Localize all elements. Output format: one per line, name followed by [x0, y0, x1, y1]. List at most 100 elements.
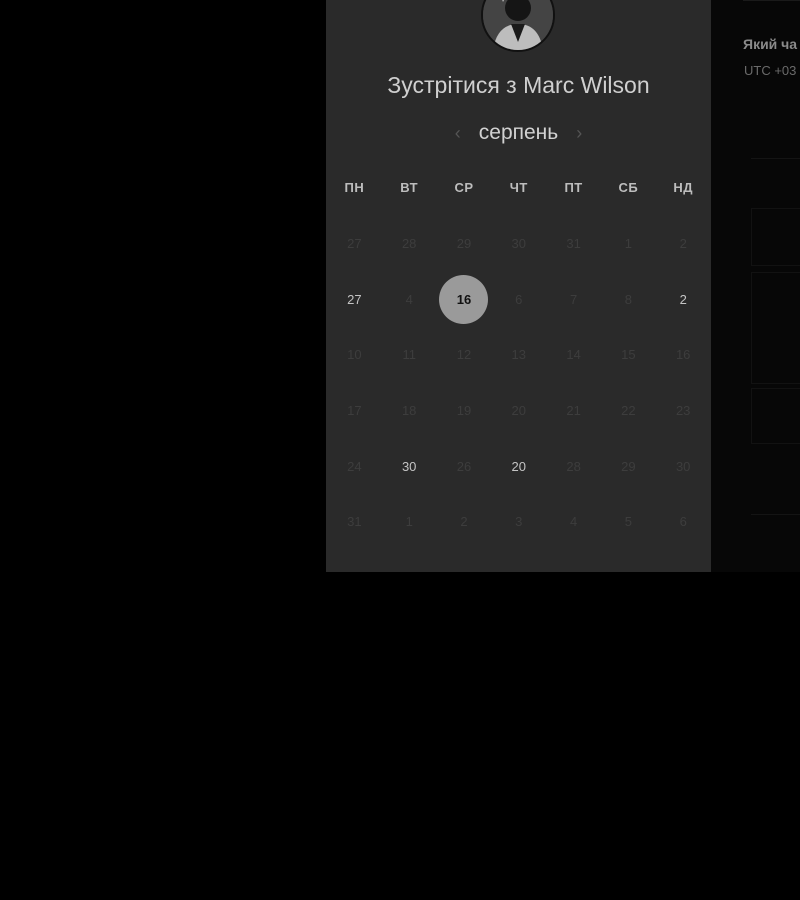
weekday-label: СР [454, 180, 474, 195]
day-number: 6 [679, 514, 687, 530]
calendar-day: 30 [656, 438, 711, 494]
chevron-right-icon[interactable]: › [572, 123, 586, 143]
user-avatar-icon [483, 0, 553, 50]
month-label: серпень [478, 121, 559, 144]
weekday-label: СБ [618, 180, 639, 195]
calendar-day: 24 [327, 438, 382, 494]
host-avatar [481, 0, 555, 52]
calendar-day: 19 [437, 383, 492, 439]
day-number: 5 [624, 514, 632, 530]
calendar-day: 22 [601, 383, 656, 439]
day-number: 6 [515, 291, 523, 307]
calendar-day: 29 [601, 438, 656, 494]
time-slot[interactable] [751, 388, 800, 444]
day-number: 24 [347, 458, 362, 474]
calendar-day: 27 [327, 216, 382, 272]
chevron-left-icon[interactable]: ‹ [451, 123, 465, 143]
calendar-day: 31 [327, 494, 382, 550]
calendar-day: 20 [491, 383, 546, 439]
calendar-day[interactable]: 27 [327, 272, 382, 328]
calendar-day: 28 [546, 438, 601, 494]
calendar-day: 16 [656, 327, 711, 383]
day-number: 2 [679, 236, 687, 252]
calendar-day: 17 [327, 383, 382, 439]
selected-day[interactable]: 16 [437, 272, 492, 328]
calendar-day: 1 [382, 494, 437, 550]
weekday-label: ЧТ [509, 180, 528, 195]
calendar-day: 23 [656, 383, 711, 439]
scheduler-card: Зустрітися з Marc Wilson ‹ серпень › ПН … [326, 0, 711, 572]
calendar-day[interactable]: 30 [382, 438, 437, 494]
calendar-day: 2 [437, 494, 492, 550]
day-number: 30 [511, 236, 527, 252]
calendar-week-row: 24 30 26 20 28 29 30 [327, 438, 711, 494]
time-question-heading: Який ча [743, 36, 798, 52]
day-number: 20 [511, 458, 527, 474]
calendar-day: 10 [327, 327, 382, 383]
calendar-day: 30 [491, 216, 546, 272]
day-number: 3 [515, 514, 523, 530]
day-number: 11 [402, 347, 416, 363]
calendar-day: 1 [601, 216, 656, 272]
day-number: 8 [624, 291, 632, 307]
day-number: 28 [401, 236, 417, 252]
calendar-week-row: 17 18 19 20 21 22 23 [327, 383, 711, 439]
calendar-day: 13 [491, 327, 546, 383]
calendar-week-row: 27 28 29 30 31 1 2 [327, 216, 711, 272]
calendar-day: 15 [601, 327, 656, 383]
booking-viewport: Зустрітися з Marc Wilson ‹ серпень › ПН … [0, 0, 800, 900]
divider [751, 158, 800, 159]
calendar-day: 29 [437, 216, 492, 272]
day-number: 27 [347, 291, 362, 307]
day-number: 16 [675, 347, 691, 363]
weekday-label: ПТ [564, 180, 583, 195]
time-slot[interactable] [751, 272, 800, 384]
calendar-week-row: 10 11 12 13 14 15 16 [327, 327, 711, 383]
calendar-day: 12 [437, 327, 492, 383]
calendar-day: 21 [546, 383, 601, 439]
day-number: 27 [347, 236, 362, 252]
weekday-label: НД [673, 180, 693, 195]
day-number: 30 [401, 458, 417, 474]
calendar-day: 31 [546, 216, 601, 272]
day-number: 4 [405, 291, 413, 307]
day-number: 30 [675, 458, 691, 474]
calendar-day[interactable]: 2 [656, 272, 711, 328]
calendar-day: 4 [546, 494, 601, 550]
calendar-day: 3 [491, 494, 546, 550]
calendar-day: 2 [656, 216, 711, 272]
calendar-day[interactable]: 20 [491, 438, 546, 494]
day-number: 1 [405, 514, 413, 530]
day-number: 31 [347, 514, 362, 530]
divider [751, 514, 800, 515]
day-number: 1 [624, 236, 632, 252]
calendar-grid: 27 28 29 30 31 1 2 27 4 16 6 7 8 2 10 11 12 13 14 15 16 17 18 1… [327, 216, 711, 550]
weekday-label: ВТ [400, 180, 419, 195]
day-number: 21 [566, 403, 581, 419]
calendar-day: 14 [546, 327, 601, 383]
calendar-day: 8 [601, 272, 656, 328]
day-number: 29 [456, 236, 472, 252]
day-number: 26 [456, 458, 472, 474]
day-number: 2 [679, 291, 687, 307]
day-number: 19 [456, 403, 472, 419]
calendar-day: 6 [491, 272, 546, 328]
time-selection-panel: Який ча UTC +03 [711, 0, 800, 572]
timezone-label[interactable]: UTC +03 [744, 63, 796, 78]
day-number: 17 [347, 403, 362, 419]
day-number: 16 [439, 274, 489, 324]
calendar-week-row: 27 4 16 6 7 8 2 [327, 272, 711, 328]
weekday-label: ПН [344, 180, 365, 195]
time-slot[interactable] [751, 208, 800, 266]
calendar-day: 28 [382, 216, 437, 272]
day-number: 2 [460, 514, 468, 530]
month-navigation: ‹ серпень › [326, 118, 711, 148]
day-number: 7 [569, 291, 578, 307]
calendar-day: 7 [546, 272, 601, 328]
divider [743, 0, 800, 1]
calendar-day: 4 [382, 272, 437, 328]
day-number: 13 [511, 347, 527, 363]
meeting-title: Зустрітися з Marc Wilson [387, 72, 650, 98]
day-number: 23 [675, 403, 691, 419]
weekday-header: ПН ВТ СР ЧТ ПТ СБ НД [327, 180, 711, 195]
